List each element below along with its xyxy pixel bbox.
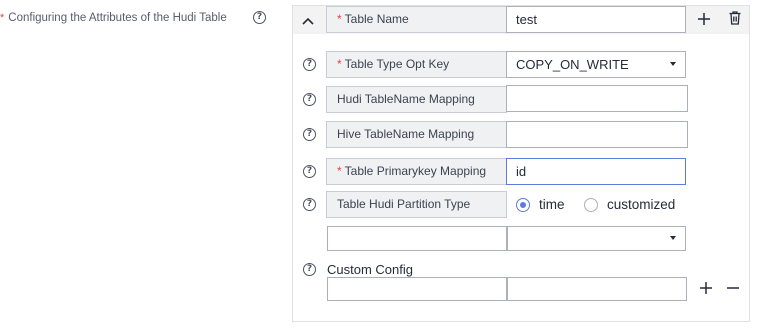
question-circle-icon[interactable]: ?: [303, 93, 316, 106]
partition-field-input[interactable]: [327, 226, 507, 251]
hive-tablename-label: Hive TableName Mapping: [326, 121, 507, 148]
required-mark: *: [337, 57, 342, 71]
primarykey-input[interactable]: id: [506, 158, 686, 185]
table-name-input[interactable]: test: [506, 6, 686, 33]
question-circle-icon[interactable]: ?: [303, 198, 316, 211]
question-circle-icon[interactable]: ?: [303, 165, 316, 178]
table-type-select[interactable]: COPY_ON_WRITE: [506, 51, 686, 78]
section-label-text: Configuring the Attributes of the Hudi T…: [8, 12, 227, 24]
table-name-label: * Table Name: [326, 6, 507, 33]
custom-config-key-input[interactable]: [327, 277, 507, 301]
table-type-label: * Table Type Opt Key: [326, 51, 507, 78]
hive-tablename-input[interactable]: [506, 121, 688, 148]
hudi-tablename-label: Hudi TableName Mapping: [326, 86, 507, 113]
minus-icon[interactable]: [725, 280, 741, 296]
radio-time-label[interactable]: time: [539, 197, 565, 213]
required-mark: *: [0, 12, 5, 24]
radio-customized-label[interactable]: customized: [607, 197, 675, 213]
primarykey-label-text: Table Primarykey Mapping: [344, 164, 487, 178]
required-mark: *: [337, 12, 342, 26]
partition-format-select[interactable]: [507, 226, 686, 251]
table-type-select-value: COPY_ON_WRITE: [516, 57, 629, 72]
radio-customized[interactable]: [584, 198, 598, 212]
table-type-label-text: Table Type Opt Key: [344, 57, 450, 71]
custom-config-value-input[interactable]: [507, 277, 687, 301]
required-mark: *: [337, 164, 342, 178]
caret-down-icon: [670, 236, 676, 240]
question-circle-icon[interactable]: ?: [303, 58, 316, 71]
question-circle-icon[interactable]: ?: [303, 128, 316, 141]
radio-time[interactable]: [516, 198, 530, 212]
partition-type-label: Table Hudi Partition Type: [326, 191, 507, 218]
primarykey-label: * Table Primarykey Mapping: [326, 158, 507, 185]
section-label: * Configuring the Attributes of the Hudi …: [0, 10, 227, 26]
question-circle-icon[interactable]: ?: [303, 263, 316, 276]
custom-config-label: Custom Config: [327, 262, 413, 277]
table-name-label-text: Table Name: [344, 12, 409, 26]
plus-icon[interactable]: [696, 11, 712, 27]
chevron-up-icon[interactable]: [295, 7, 323, 35]
question-circle-icon[interactable]: ?: [253, 11, 266, 24]
hudi-tablename-input[interactable]: [506, 85, 688, 112]
trash-icon[interactable]: [727, 10, 743, 26]
caret-down-icon: [670, 62, 676, 66]
plus-icon[interactable]: [698, 280, 714, 296]
